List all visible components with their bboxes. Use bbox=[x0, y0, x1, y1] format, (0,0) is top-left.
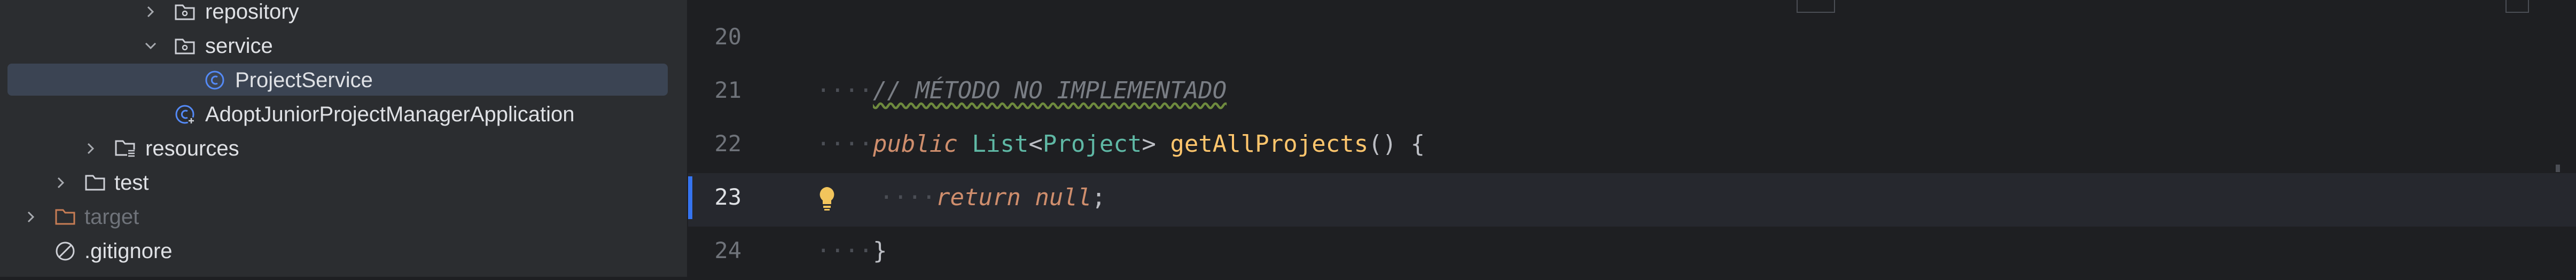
inline-hint-box bbox=[2505, 0, 2529, 13]
chevron-right-icon[interactable] bbox=[143, 4, 158, 19]
code-text[interactable]: ····// MÉTODO NO IMPLEMENTADO bbox=[816, 75, 1227, 107]
generic-open: < bbox=[1028, 130, 1043, 158]
keyword-public: public bbox=[872, 130, 958, 158]
chevron-right-icon[interactable] bbox=[53, 175, 68, 190]
code-editor[interactable]: · · · · · · · · · · · · · · · · · · · · … bbox=[688, 0, 2576, 277]
code-line: 22 ····public List<Project> getAllProjec… bbox=[688, 120, 2576, 173]
package-folder-icon bbox=[174, 36, 196, 56]
code-line-current: 23 ····return null; bbox=[688, 173, 2576, 227]
tree-item-test[interactable]: test bbox=[0, 166, 687, 200]
tree-item-label: service bbox=[205, 34, 273, 58]
tree-item-service[interactable]: service bbox=[0, 29, 687, 63]
scrollbar-marker[interactable] bbox=[2556, 165, 2560, 172]
tree-item-resources[interactable]: resources bbox=[0, 131, 687, 166]
previous-line-fragment: · · · · · · · · · · · · · · · · · · · · … bbox=[816, 0, 2526, 9]
code-text[interactable]: ····return null; bbox=[879, 182, 1106, 214]
package-folder-icon bbox=[174, 2, 196, 21]
excluded-folder-icon bbox=[54, 207, 76, 227]
class-icon bbox=[204, 69, 225, 90]
method-params: () { bbox=[1368, 130, 1425, 158]
tree-item-label: AdoptJuniorProjectManagerApplication bbox=[205, 103, 575, 126]
lightbulb-icon[interactable] bbox=[815, 185, 839, 212]
semicolon: ; bbox=[1091, 184, 1106, 211]
code-text[interactable]: ····} bbox=[816, 235, 887, 267]
line-number: 22 bbox=[714, 130, 741, 157]
code-text[interactable]: ····public List<Project> getAllProjects(… bbox=[816, 128, 1425, 160]
tree-item-label: .gitignore bbox=[84, 239, 173, 263]
spring-class-icon bbox=[174, 104, 196, 125]
chevron-down-icon[interactable] bbox=[143, 38, 158, 53]
tree-item-gitignore[interactable]: .gitignore bbox=[0, 234, 687, 268]
chevron-right-icon[interactable] bbox=[83, 141, 98, 156]
line-number: 24 bbox=[714, 237, 741, 263]
inline-hint-box bbox=[1797, 0, 1835, 13]
code-comment: // MÉTODO NO IMPLEMENTADO bbox=[872, 77, 1227, 104]
keyword-null: null bbox=[1035, 184, 1092, 211]
tree-item-label: target bbox=[84, 205, 139, 229]
keyword-return: return bbox=[935, 184, 1021, 211]
generic-close: > bbox=[1142, 130, 1156, 158]
code-line: 24 ····} bbox=[688, 227, 2576, 280]
type-project: Project bbox=[1042, 130, 1142, 158]
type-list: List bbox=[972, 130, 1029, 158]
line-number: 21 bbox=[714, 77, 741, 103]
tree-item-label: test bbox=[114, 171, 149, 195]
code-line: 20 bbox=[688, 13, 2576, 66]
resources-folder-icon bbox=[114, 139, 136, 158]
project-tree: repository service ProjectService AdoptJ… bbox=[0, 0, 688, 277]
method-name: getAllProjects bbox=[1170, 130, 1369, 158]
closing-brace: } bbox=[872, 237, 887, 265]
line-number: 23 bbox=[714, 184, 741, 210]
tree-item-label: ProjectService bbox=[235, 68, 373, 92]
tree-item-application[interactable]: AdoptJuniorProjectManagerApplication bbox=[0, 97, 687, 131]
code-line: 21 ····// MÉTODO NO IMPLEMENTADO bbox=[688, 66, 2576, 120]
folder-icon bbox=[84, 173, 106, 192]
ignored-file-icon bbox=[54, 240, 76, 261]
tree-item-label: repository bbox=[205, 0, 299, 24]
tree-item-label: resources bbox=[145, 137, 239, 160]
current-line-marker bbox=[688, 176, 692, 219]
tree-item-target[interactable]: target bbox=[0, 200, 687, 234]
tree-item-repository[interactable]: repository bbox=[0, 0, 687, 29]
tree-item-projectservice[interactable]: ProjectService bbox=[0, 63, 687, 97]
chevron-right-icon[interactable] bbox=[24, 209, 38, 224]
line-number: 20 bbox=[714, 24, 741, 50]
